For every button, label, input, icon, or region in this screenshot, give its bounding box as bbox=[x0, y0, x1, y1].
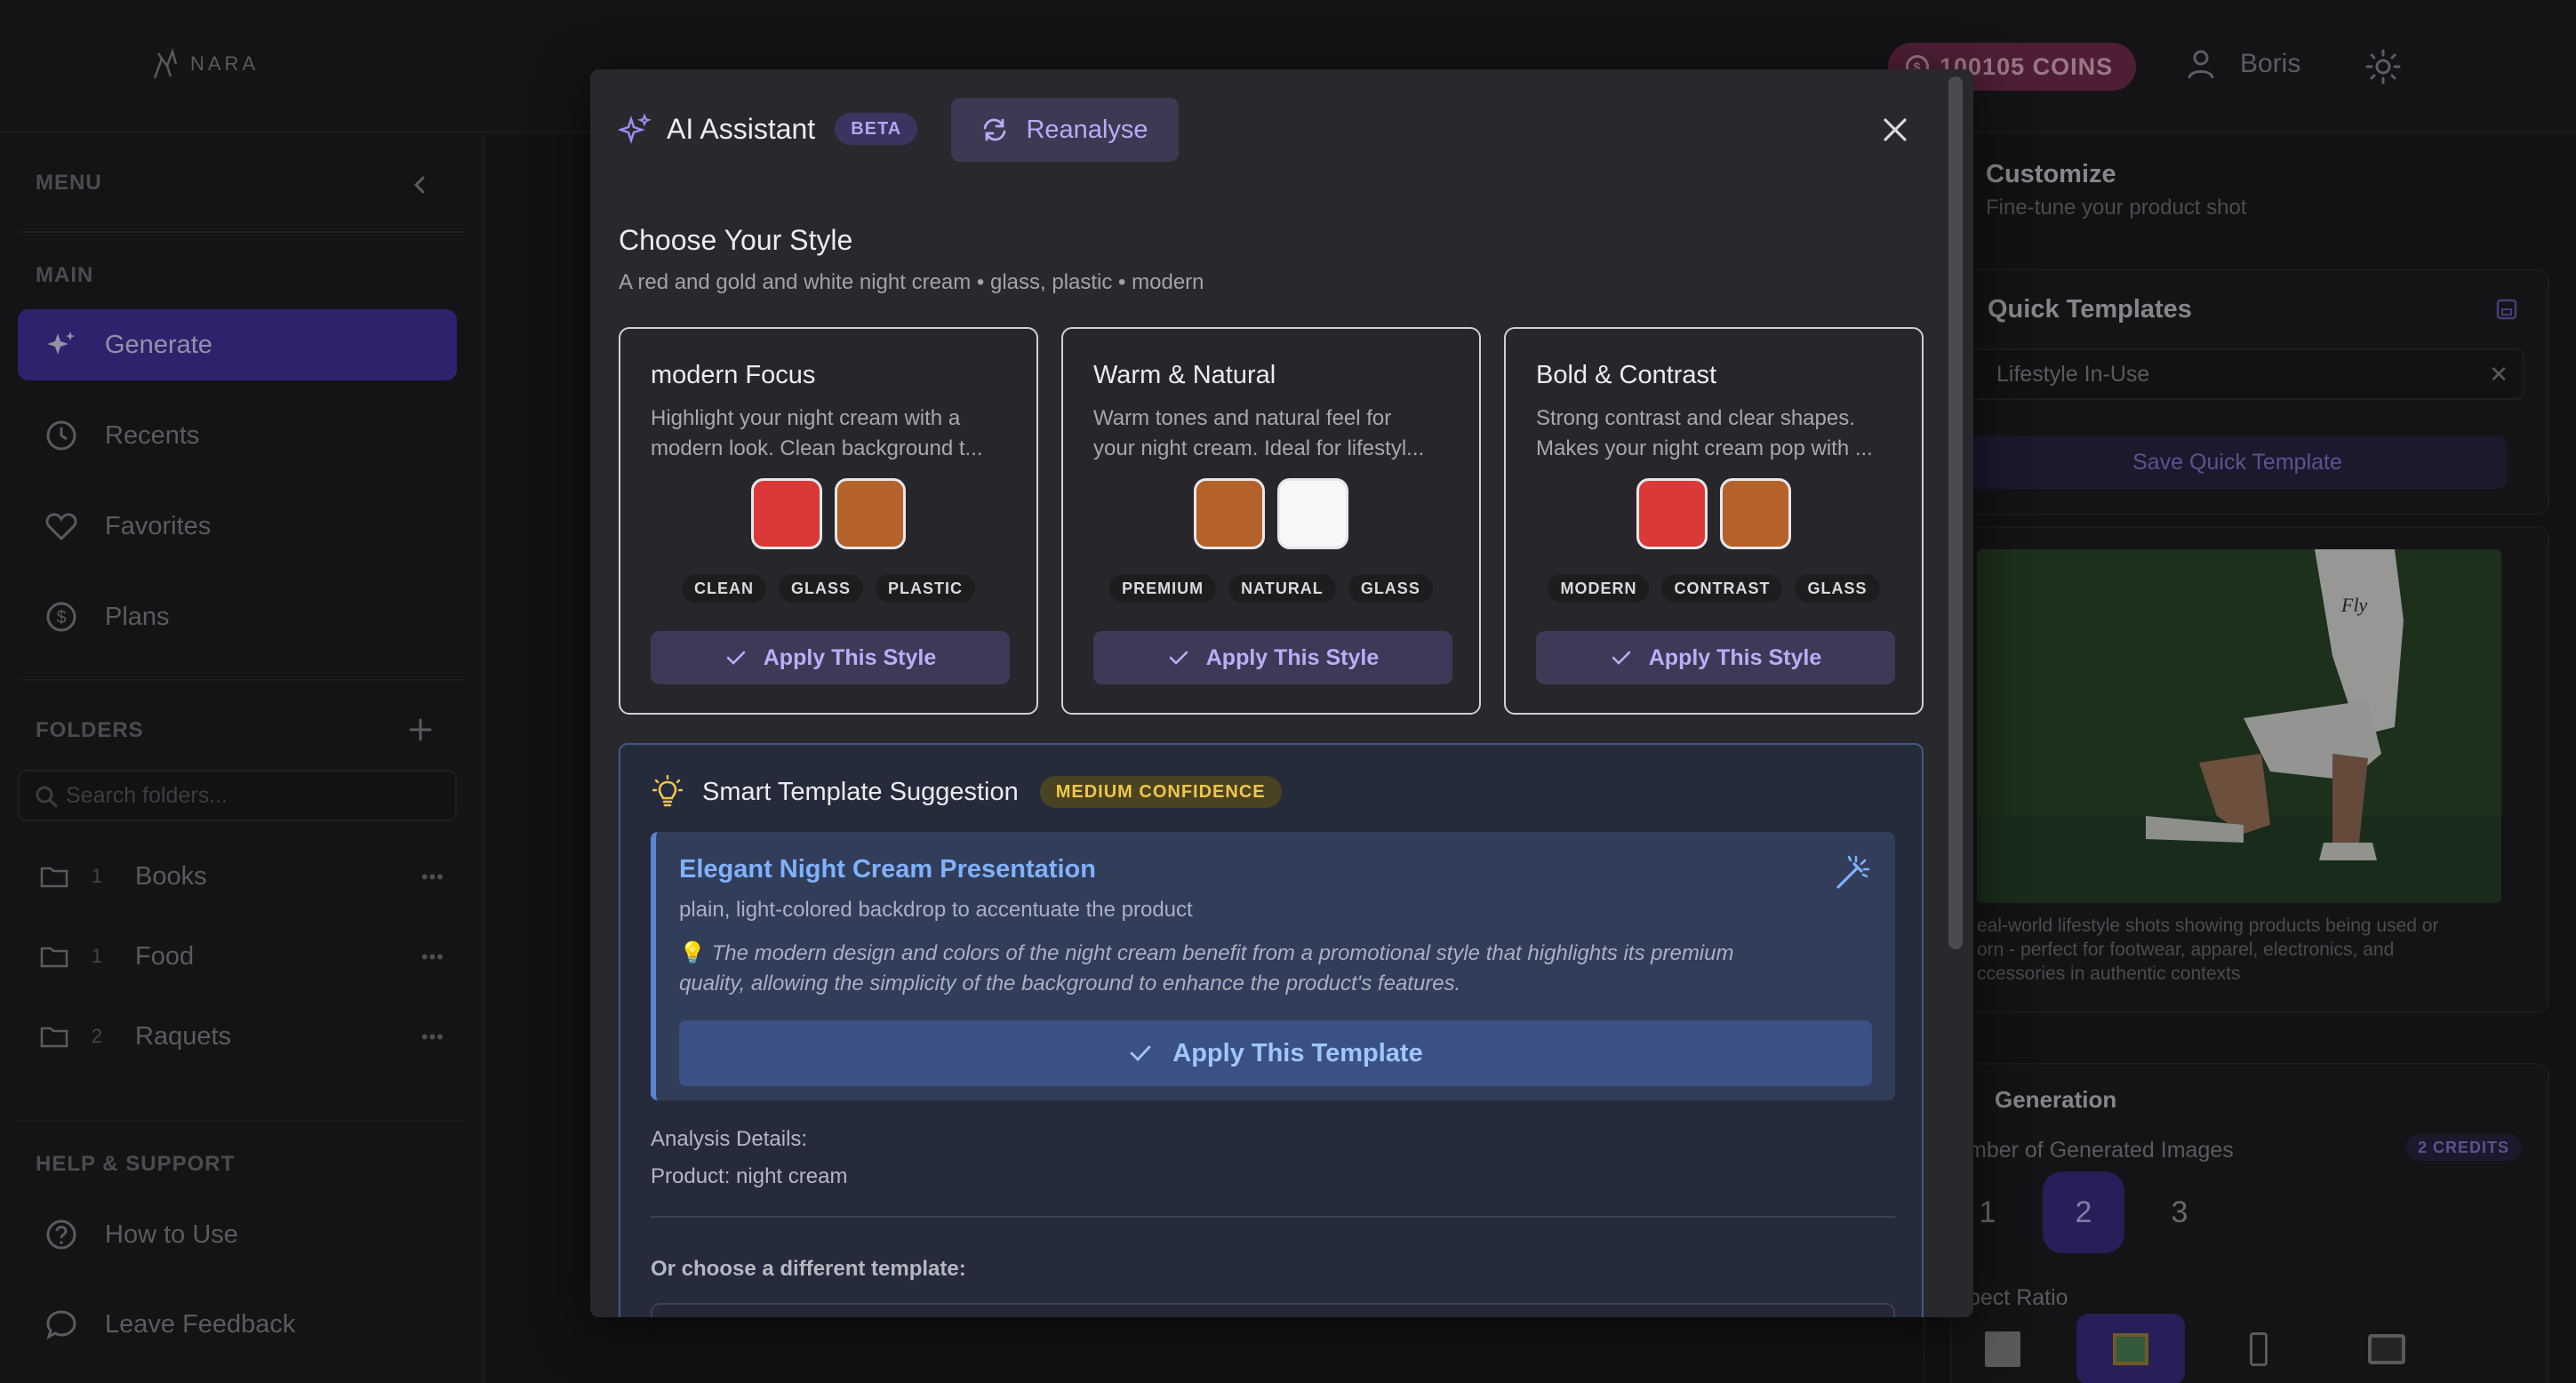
style-description: Strong contrast and clear shapes. Makes … bbox=[1536, 404, 1900, 464]
style-tag: NATURAL bbox=[1228, 574, 1336, 603]
analysis-details-label: Analysis Details: bbox=[651, 1127, 808, 1151]
style-tag: GLASS bbox=[1795, 574, 1880, 603]
close-icon[interactable] bbox=[1879, 114, 1911, 146]
suggested-template-title: Elegant Night Cream Presentation bbox=[679, 855, 1096, 883]
template-select-dropdown[interactable] bbox=[651, 1303, 1895, 1317]
style-card-bold-contrast[interactable]: Bold & Contrast Strong contrast and clea… bbox=[1504, 327, 1924, 715]
style-desc-line: Makes your night cream pop with ... bbox=[1536, 436, 1873, 460]
ai-assistant-modal: AI Assistant BETA Reanalyse Choose Your … bbox=[590, 69, 1973, 1317]
color-swatches bbox=[620, 478, 1036, 549]
divider bbox=[651, 1216, 1895, 1218]
style-desc-line: Highlight your night cream with a bbox=[651, 406, 961, 430]
style-card-modern-focus[interactable]: modern Focus Highlight your night cream … bbox=[619, 327, 1038, 715]
style-tags: CLEAN GLASS PLASTIC bbox=[620, 574, 1036, 603]
lightbulb-emoji-icon: 💡 bbox=[679, 941, 712, 965]
check-icon bbox=[1130, 1045, 1151, 1062]
apply-style-label: Apply This Style bbox=[763, 644, 937, 670]
apply-style-button[interactable]: Apply This Style bbox=[1093, 631, 1452, 684]
color-swatch bbox=[1277, 478, 1348, 549]
color-swatch bbox=[835, 478, 906, 549]
apply-style-label: Apply This Style bbox=[1648, 644, 1822, 670]
color-swatch bbox=[1636, 478, 1708, 549]
style-tag: PLASTIC bbox=[876, 574, 976, 603]
refresh-icon bbox=[984, 118, 1006, 141]
modal-title: AI Assistant bbox=[667, 112, 816, 145]
style-tag: CONTRAST bbox=[1661, 574, 1783, 603]
suggestion-reason-text: The modern design and colors of the nigh… bbox=[679, 941, 1734, 995]
style-tags: PREMIUM NATURAL GLASS bbox=[1063, 574, 1479, 603]
color-swatch bbox=[751, 478, 822, 549]
color-swatch bbox=[1720, 478, 1791, 549]
check-icon bbox=[726, 651, 746, 665]
apply-style-label: Apply This Style bbox=[1205, 644, 1380, 670]
style-desc-line: your night cream. Ideal for lifestyl... bbox=[1093, 436, 1425, 460]
product-summary: A red and gold and white night cream • g… bbox=[619, 270, 1204, 294]
modal-scrollbar[interactable] bbox=[1948, 76, 1963, 949]
color-swatches bbox=[1506, 478, 1922, 549]
reanalyse-label: Reanalyse bbox=[1026, 115, 1148, 144]
magic-wand-icon[interactable] bbox=[1833, 853, 1872, 892]
style-tag: CLEAN bbox=[681, 574, 766, 603]
color-swatch bbox=[1194, 478, 1265, 549]
style-name: modern Focus bbox=[651, 361, 816, 389]
apply-template-button[interactable]: Apply This Template bbox=[679, 1020, 1872, 1086]
style-tag: PREMIUM bbox=[1109, 574, 1217, 603]
style-description: Warm tones and natural feel for your nig… bbox=[1093, 404, 1458, 464]
style-desc-line: modern look. Clean background t... bbox=[651, 436, 983, 460]
lightbulb-icon bbox=[652, 775, 683, 807]
choose-style-title: Choose Your Style bbox=[619, 224, 853, 256]
apply-style-button[interactable]: Apply This Style bbox=[651, 631, 1010, 684]
style-card-warm-natural[interactable]: Warm & Natural Warm tones and natural fe… bbox=[1061, 327, 1481, 715]
smart-suggestion-header: Smart Template Suggestion MEDIUM CONFIDE… bbox=[652, 775, 1282, 809]
style-name: Bold & Contrast bbox=[1536, 361, 1717, 389]
smart-template-suggestion: Smart Template Suggestion MEDIUM CONFIDE… bbox=[619, 743, 1924, 1317]
style-tag: GLASS bbox=[778, 574, 863, 603]
check-icon bbox=[1612, 651, 1631, 665]
modal-header: AI Assistant BETA bbox=[619, 112, 918, 146]
confidence-badge: MEDIUM CONFIDENCE bbox=[1039, 776, 1282, 808]
style-desc-line: Warm tones and natural feel for bbox=[1093, 406, 1392, 430]
suggested-template-subtitle: plain, light-colored backdrop to accentu… bbox=[679, 898, 1193, 922]
style-name: Warm & Natural bbox=[1093, 361, 1276, 389]
apply-template-label: Apply This Template bbox=[1172, 1038, 1423, 1067]
other-template-label: Or choose a different template: bbox=[651, 1257, 966, 1281]
style-description: Highlight your night cream with a modern… bbox=[651, 404, 1015, 464]
analysis-product: Product: night cream bbox=[651, 1164, 848, 1188]
apply-style-button[interactable]: Apply This Style bbox=[1536, 631, 1895, 684]
style-tag: GLASS bbox=[1348, 574, 1433, 603]
check-icon bbox=[1169, 651, 1188, 665]
style-desc-line: Strong contrast and clear shapes. bbox=[1536, 406, 1855, 430]
sparkles-icon bbox=[619, 113, 652, 144]
reanalyse-button[interactable]: Reanalyse bbox=[951, 98, 1179, 162]
color-swatches bbox=[1063, 478, 1479, 549]
beta-badge: BETA bbox=[835, 113, 918, 145]
style-tag: MODERN bbox=[1548, 574, 1650, 603]
suggested-template-card: Elegant Night Cream Presentation plain, … bbox=[651, 832, 1895, 1100]
smart-suggestion-title: Smart Template Suggestion bbox=[702, 777, 1019, 806]
suggestion-reason: 💡 The modern design and colors of the ni… bbox=[679, 939, 1781, 999]
style-tags: MODERN CONTRAST GLASS bbox=[1506, 574, 1922, 603]
